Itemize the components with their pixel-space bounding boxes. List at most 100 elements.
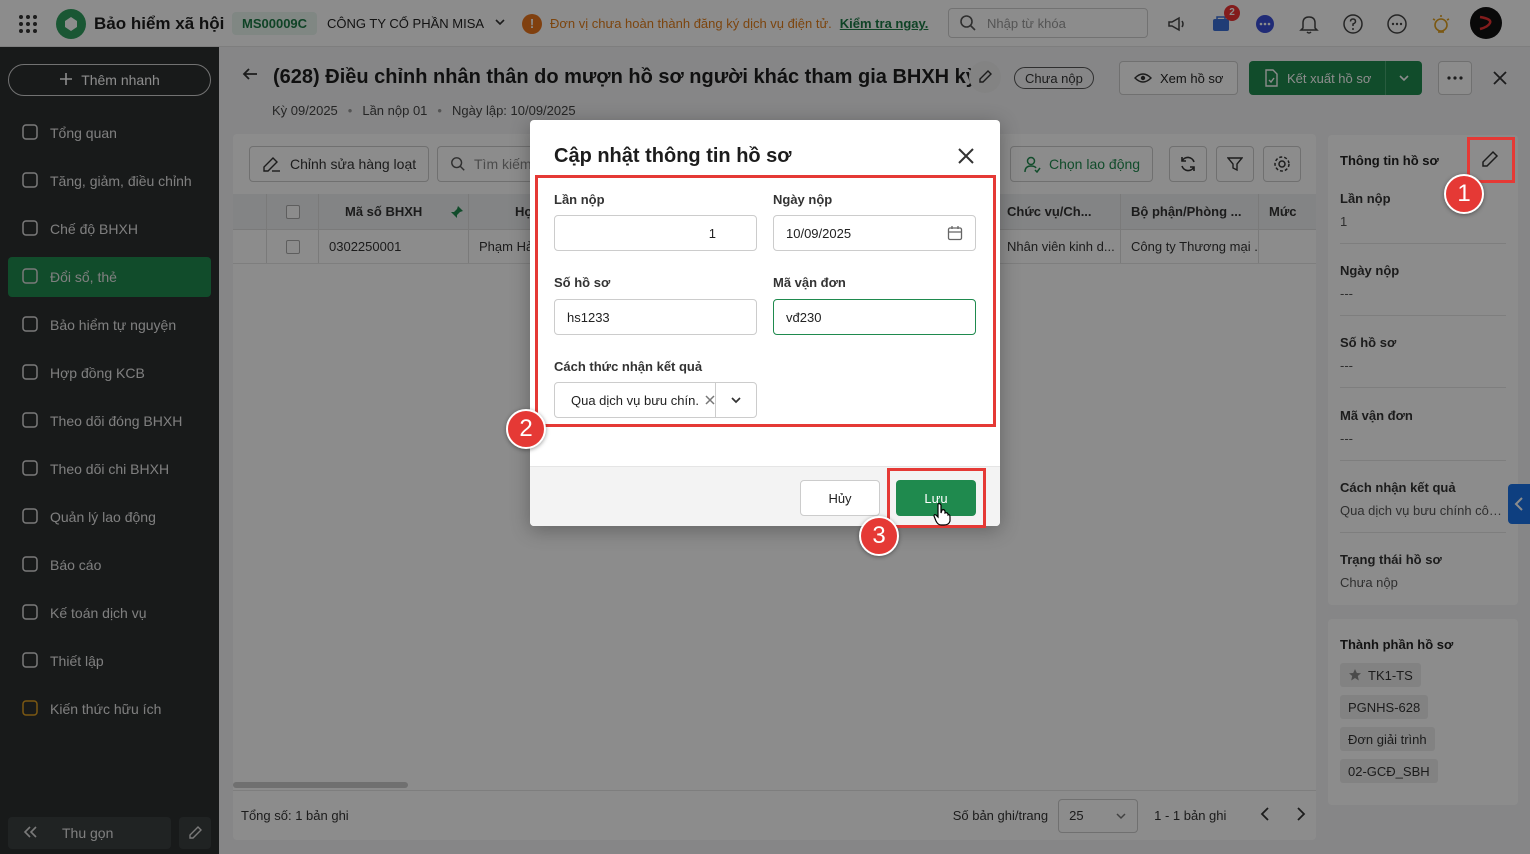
cancel-button[interactable]: Hủy: [800, 480, 880, 516]
sidebar-item[interactable]: Chế độ BHXH: [8, 209, 211, 249]
edit-title-button[interactable]: [969, 61, 1001, 93]
sidebar-item[interactable]: Quản lý lao động: [8, 497, 211, 537]
home-icon: [20, 122, 40, 145]
header-blank: [233, 194, 267, 229]
sidebar-edit-button[interactable]: [179, 817, 211, 849]
top-icon-group: 2: [1164, 0, 1454, 47]
sidebar-item[interactable]: Bảo hiểm tự nguyện: [8, 305, 211, 345]
sidebar-item[interactable]: Kế toán dịch vụ: [8, 593, 211, 633]
component-chip[interactable]: TK1-TS: [1340, 663, 1421, 687]
top-bar: Bảo hiểm xã hội MS00009C CÔNG TY CỔ PHẦN…: [0, 0, 1530, 47]
row-checkbox[interactable]: [267, 230, 319, 263]
registration-warning: ! Đơn vị chưa hoàn thành đăng ký dịch vụ…: [522, 0, 928, 47]
choose-employee-button[interactable]: Chọn lao động: [1010, 146, 1154, 182]
page-size-select[interactable]: 25: [1058, 798, 1139, 833]
back-arrow-icon[interactable]: [241, 65, 259, 89]
warning-text: Đơn vị chưa hoàn thành đăng ký dịch vụ đ…: [550, 16, 832, 31]
bell-icon[interactable]: [1296, 11, 1322, 37]
ellipsis-icon: [1447, 76, 1463, 80]
star-icon: [1349, 669, 1361, 681]
sidebar-item-label: Quản lý lao động: [50, 509, 156, 525]
export-dropdown-chevron-icon[interactable]: [1386, 72, 1422, 84]
bulk-edit-icon: [263, 157, 280, 172]
brand-logo-icon: [56, 8, 86, 39]
user-add-icon: [1024, 156, 1041, 173]
sidebar-item[interactable]: Đổi sổ, thẻ: [8, 257, 211, 297]
check-now-link[interactable]: Kiểm tra ngay.: [840, 16, 929, 31]
user-avatar[interactable]: [1470, 7, 1502, 39]
report-icon: [20, 554, 40, 577]
component-chip[interactable]: Đơn giải trình: [1340, 727, 1435, 751]
component-label: 02-GCĐ_SBH: [1348, 763, 1430, 779]
row-blank: [233, 230, 267, 263]
file-components-panel: Thành phần hồ sơ TK1-TS PGNHS-628 Đơn giải…: [1328, 619, 1518, 805]
file-info-field: Mã vận đơn ---: [1340, 408, 1506, 461]
per-page-label: Số bản ghi/trang: [952, 808, 1049, 823]
company-selector[interactable]: MS00009C CÔNG TY CỔ PHẦN MISA: [232, 0, 506, 47]
refresh-button[interactable]: [1169, 146, 1207, 182]
file-components-title: Thành phần hồ sơ: [1340, 637, 1454, 652]
table-search-placeholder: Tìm kiếm: [474, 156, 532, 172]
global-search-input[interactable]: Nhập từ khóa: [948, 8, 1148, 38]
view-file-button[interactable]: Xem hồ sơ: [1119, 61, 1239, 95]
settings-button[interactable]: [1263, 146, 1301, 182]
search-icon: [960, 15, 976, 31]
warning-icon: !: [522, 13, 542, 34]
help-icon[interactable]: [1340, 11, 1366, 37]
page-meta: Kỳ 09/2025 • Lần nộp 01 • Ngày lập: 10/0…: [272, 103, 576, 118]
horizontal-scrollbar[interactable]: [233, 782, 408, 788]
accounting-icon: [20, 602, 40, 625]
brand[interactable]: Bảo hiểm xã hội: [56, 0, 224, 47]
column-header-salary[interactable]: Mức: [1259, 194, 1316, 229]
tips-icon[interactable]: [1428, 11, 1454, 37]
sidebar-item[interactable]: Theo dõi đóng BHXH: [8, 401, 211, 441]
sidebar-item-label: Thiết lập: [50, 653, 104, 669]
more-apps-icon[interactable]: [1384, 11, 1410, 37]
component-label: Đơn giải trình: [1348, 731, 1427, 747]
column-header-department[interactable]: Bộ phận/Phòng ...: [1121, 194, 1259, 229]
sidebar-item-label: Đổi sổ, thẻ: [50, 269, 117, 285]
sidebar-item[interactable]: Tổng quan: [8, 113, 211, 153]
sidebar-item[interactable]: Tăng, giảm, điều chỉnh: [8, 161, 211, 201]
file-info-panel: Thông tin hồ sơ Lần nộp 1 Ngày nộp --- Số hồ…: [1328, 135, 1518, 605]
filter-button[interactable]: [1216, 146, 1254, 182]
export-file-button[interactable]: Kết xuất hồ sơ: [1249, 61, 1423, 95]
chevron-left-icon: [1514, 497, 1523, 511]
column-header-position[interactable]: Chức vụ/Ch...: [997, 194, 1121, 229]
next-page-icon[interactable]: [1296, 807, 1306, 824]
chat-icon[interactable]: [1252, 11, 1278, 37]
sidebar-item[interactable]: Theo dõi chi BHXH: [8, 449, 211, 489]
dialog-close-button[interactable]: [956, 146, 978, 168]
megaphone-icon[interactable]: [1164, 11, 1190, 37]
file-info-title: Thông tin hồ sơ: [1340, 153, 1439, 168]
sidebar-item-label: Theo dõi chi BHXH: [50, 461, 170, 477]
bulk-edit-button[interactable]: Chỉnh sửa hàng loạt: [249, 146, 430, 182]
component-chip[interactable]: PGNHS-628: [1340, 695, 1429, 719]
cart-icon[interactable]: 2: [1208, 4, 1240, 37]
sidebar-item[interactable]: Báo cáo: [8, 545, 211, 585]
highlight-form-fields: [535, 175, 996, 427]
sidebar-item[interactable]: Hợp đồng KCB: [8, 353, 211, 393]
contract-icon: [20, 362, 40, 385]
step-marker-2: 2: [506, 409, 546, 449]
plus-icon: [59, 72, 73, 89]
panel-toggle-button[interactable]: [1508, 484, 1530, 524]
app-grid-icon[interactable]: [18, 0, 38, 47]
period-text: Kỳ 09/2025: [272, 103, 338, 118]
sidebar-item[interactable]: Kiến thức hữu ích: [8, 689, 211, 729]
prev-page-icon[interactable]: [1260, 807, 1270, 824]
submission-text: Lần nộp 01: [362, 103, 428, 118]
component-chip[interactable]: 02-GCĐ_SBH: [1340, 759, 1438, 783]
sidebar-item[interactable]: Thiết lập: [8, 641, 211, 681]
collapse-sidebar-button[interactable]: Thu gọn: [8, 817, 171, 849]
more-options-button[interactable]: [1438, 61, 1472, 95]
chevron-down-icon: [1116, 812, 1126, 819]
total-records: Tổng số: 1 bản ghi: [241, 808, 349, 823]
field-value: ---: [1340, 431, 1353, 446]
column-header-bhxh[interactable]: Mã số BHXH: [319, 194, 469, 229]
collapse-label: Thu gọn: [62, 825, 114, 841]
select-all-checkbox[interactable]: [267, 194, 319, 229]
field-label: Số hồ sơ: [1340, 335, 1397, 350]
close-page-button[interactable]: [1489, 61, 1511, 95]
quick-add-button[interactable]: Thêm nhanh: [8, 64, 211, 96]
